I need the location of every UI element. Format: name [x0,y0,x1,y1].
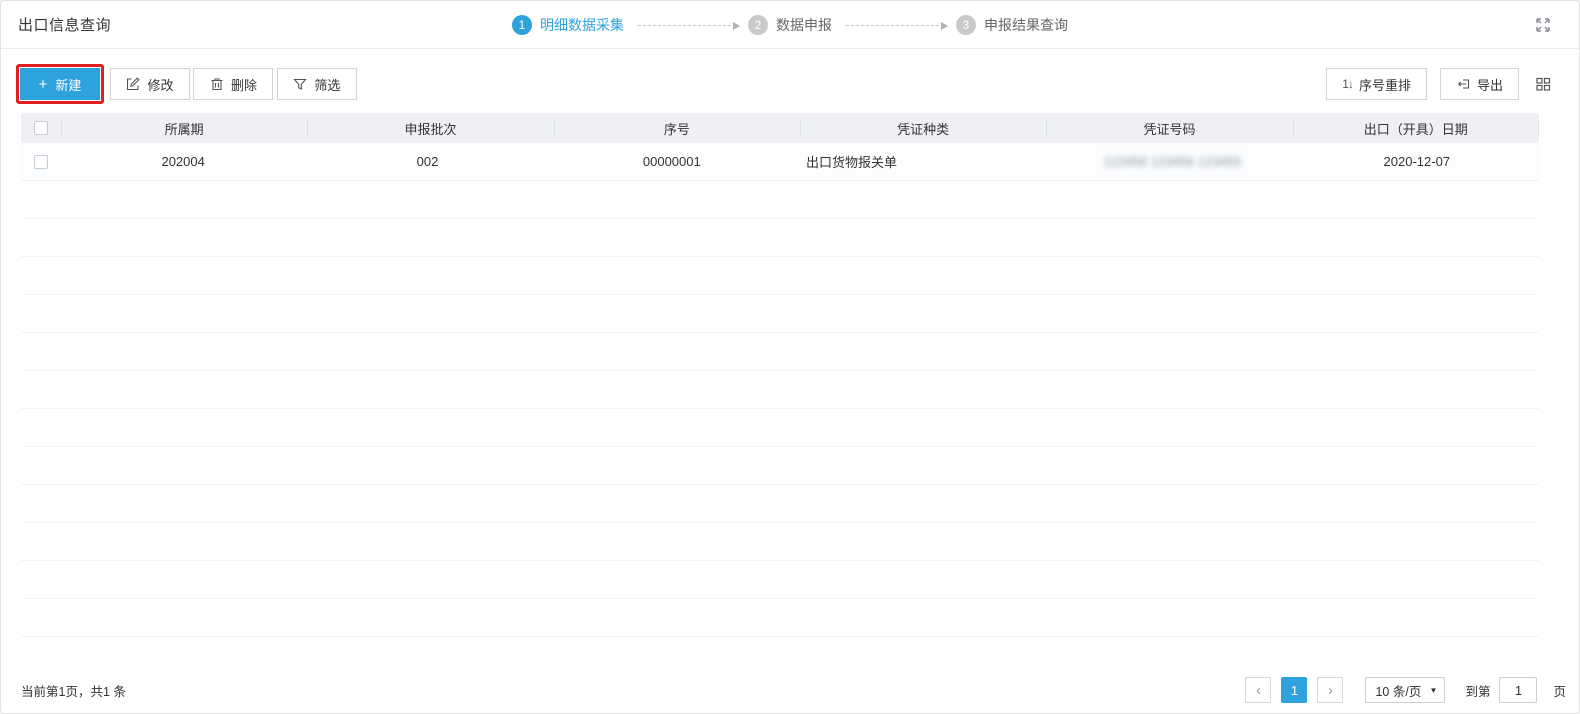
column-header-period: 所属期 [61,113,307,143]
goto-page-input[interactable] [1499,677,1537,703]
step-3-label: 申报结果查询 [984,15,1068,35]
step-1-label: 明细数据采集 [540,15,624,35]
edit-pencil-icon [126,77,140,91]
sort-numeric-icon: 1↓ [1342,77,1353,91]
step-1-circle: 1 [512,15,532,35]
records-table: 所属期 申报批次 序号 凭证种类 凭证号码 出口（开具）日期 202004 00… [21,113,1539,667]
grid-columns-icon[interactable] [1534,75,1552,93]
step-2-label: 数据申报 [776,15,832,35]
export-arrow-icon [1456,77,1470,91]
cell-doc-type: 出口货物报关单 [794,143,1050,180]
step-3-circle: 3 [956,15,976,35]
new-button-label: 新建 [55,75,81,94]
cell-export-date: 2020-12-07 [1295,143,1539,180]
cell-period: 202004 [61,143,305,180]
column-header-export-date: 出口（开具）日期 [1293,113,1539,143]
step-connector-arrow [846,25,944,26]
page-size-select[interactable]: 10 条/页 ▼ [1365,677,1445,703]
pagination-summary: 当前第1页，共1 条 [21,681,126,700]
cell-doc-no: 123456 123456 123456 [1050,143,1294,180]
reorder-sequence-button[interactable]: 1↓ 序号重排 [1326,68,1427,100]
top-bar: 出口信息查询 1 明细数据采集 2 数据申报 3 申报结果查询 [1,1,1579,49]
row-select-checkbox[interactable] [34,155,48,169]
delete-button-label: 删除 [231,75,257,94]
export-button[interactable]: 导出 [1440,68,1519,100]
trash-icon [210,77,224,91]
column-header-batch: 申报批次 [307,113,553,143]
table-row: 202004 002 00000001 出口货物报关单 123456 12345… [21,143,1539,181]
step-2-circle: 2 [748,15,768,35]
page-size-value: 10 条/页 [1375,681,1421,700]
new-button[interactable]: + 新建 [20,68,100,100]
goto-page-suffix: 页 [1553,681,1566,700]
modify-button[interactable]: 修改 [110,68,190,100]
blurred-doc-number: 123456 123456 123456 [1104,154,1241,169]
step-connector-arrow [638,25,736,26]
export-button-label: 导出 [1477,75,1503,94]
step-data-declaration[interactable]: 2 数据申报 [748,15,832,35]
page-title: 出口信息查询 [18,14,111,35]
prev-page-button[interactable]: ‹ [1245,677,1271,703]
goto-page-prefix: 到第 [1465,681,1490,700]
current-page-button[interactable]: 1 [1281,677,1307,703]
reorder-button-label: 序号重排 [1359,75,1411,94]
cell-batch: 002 [305,143,549,180]
wizard-stepper: 1 明细数据采集 2 数据申报 3 申报结果查询 [512,1,1068,49]
export-info-query-page: 出口信息查询 1 明细数据采集 2 数据申报 3 申报结果查询 [0,0,1580,714]
chevron-right-icon: › [1328,683,1333,698]
cell-seq: 00000001 [550,143,794,180]
filter-button-label: 筛选 [314,75,340,94]
chevron-left-icon: ‹ [1256,683,1261,698]
select-all-checkbox[interactable] [34,121,48,135]
caret-down-icon: ▼ [1430,686,1438,695]
column-header-doc-type: 凭证种类 [800,113,1046,143]
pager-controls: ‹ 1 › 10 条/页 ▼ 到第 页 [1235,677,1566,703]
step-declaration-result[interactable]: 3 申报结果查询 [956,15,1068,35]
filter-button[interactable]: 筛选 [277,68,357,100]
empty-table-area [21,181,1539,667]
funnel-icon [293,77,307,91]
column-header-seq: 序号 [554,113,800,143]
column-header-doc-no: 凭证号码 [1046,113,1292,143]
next-page-button[interactable]: › [1317,677,1343,703]
step-detail-data-collection[interactable]: 1 明细数据采集 [512,15,624,35]
pagination-bar: 当前第1页，共1 条 ‹ 1 › 10 条/页 ▼ 到第 页 [1,667,1579,713]
fullscreen-expand-icon[interactable] [1533,15,1553,35]
delete-button[interactable]: 删除 [193,68,273,100]
row-checkbox-cell [21,143,61,180]
modify-button-label: 修改 [147,75,173,94]
toolbar: + 新建 修改 [1,49,1579,113]
plus-icon: + [39,76,48,93]
edit-button-group: 修改 删除 筛选 [111,68,357,100]
table-header-row: 所属期 申报批次 序号 凭证种类 凭证号码 出口（开具）日期 [21,113,1539,143]
annotation-highlight-box: + 新建 [16,64,104,104]
toolbar-right: 1↓ 序号重排 导出 [1313,68,1552,100]
header-checkbox-cell [21,113,61,143]
